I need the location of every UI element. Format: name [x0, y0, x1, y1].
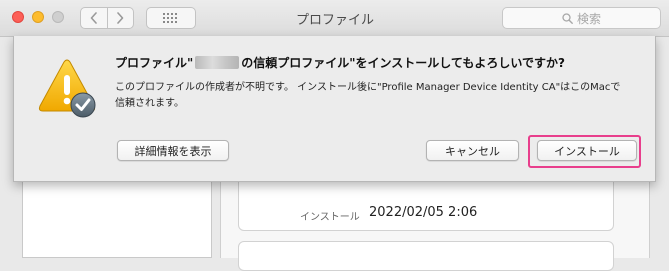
cancel-button[interactable]: キャンセル [426, 140, 519, 161]
dialog-question: プロファイル" の信頼プロファイル"をインストールしてもよろしいですか? [115, 54, 565, 71]
search-placeholder: 検索 [576, 11, 601, 26]
window-toolbar: プロファイル 検索 [0, 0, 669, 37]
chevron-left-icon [90, 12, 97, 24]
window-title: プロファイル [295, 13, 374, 28]
redacted-profile-name [195, 56, 240, 69]
checkmark-badge-icon [70, 92, 96, 118]
install-date-label: インストール [300, 212, 360, 223]
search-field[interactable]: 検索 [502, 7, 661, 29]
search-icon [562, 12, 573, 24]
zoom-window-button[interactable] [52, 11, 64, 23]
install-confirmation-sheet: プロファイル" の信頼プロファイル"をインストールしてもよろしいですか? このプ… [13, 36, 656, 182]
dialog-title-prefix: プロファイル" [115, 56, 194, 70]
dialog-message: このプロファイルの作成者が不明です。 インストール後に"Profile Mana… [115, 82, 621, 109]
warning-icon [38, 59, 96, 118]
forward-button[interactable] [106, 8, 134, 28]
show-all-button[interactable] [146, 7, 196, 29]
dialog-title-suffix: の信頼プロファイル"をインストールしてもよろしいですか? [241, 56, 565, 70]
install-button[interactable]: インストール [537, 140, 637, 161]
show-details-button[interactable]: 詳細情報を表示 [117, 140, 229, 161]
profile-info-card [238, 175, 614, 231]
minimize-window-button[interactable] [32, 11, 44, 23]
install-date-value: 2022/02/05 2:06 [369, 205, 478, 220]
profile-info-card-secondary [238, 241, 614, 271]
back-forward-control [80, 7, 134, 29]
back-button[interactable] [81, 8, 107, 28]
close-window-button[interactable] [12, 11, 24, 23]
grid-icon [163, 13, 177, 23]
chevron-right-icon [117, 12, 124, 24]
